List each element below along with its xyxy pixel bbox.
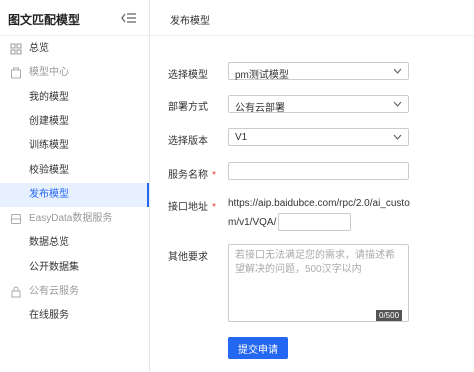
sidebar-group-label: 公有云服务 [29,286,79,297]
model-label: 选择模型 [168,70,208,81]
other-requirements-label: 其他要求 [168,252,208,263]
sidebar-item-label: 创建模型 [29,116,69,127]
sidebar: 图文匹配模型 总览 模型中心 我的模型 创建模型 训练模型 校验模型 发布模型 … [0,0,150,372]
sidebar-header: 图文匹配模型 [0,0,149,36]
sidebar-item-publish-model[interactable]: 发布模型 [0,183,149,207]
sidebar-item-label: 数据总览 [29,237,69,248]
version-select-value: V1 [235,132,248,143]
chevron-down-icon [393,134,402,140]
chevron-down-icon [393,68,402,74]
sidebar-item-label: 在线服务 [29,310,69,321]
sidebar-group-easydata: EasyData数据服务 [0,207,149,231]
model-select-value: pm测试模型 [235,70,289,81]
app-window: 图文匹配模型 总览 模型中心 我的模型 创建模型 训练模型 校验模型 发布模型 … [0,0,474,372]
sidebar-item-label: 我的模型 [29,92,69,103]
sidebar-item-label: 总览 [29,43,49,54]
sidebar-item-public-datasets[interactable]: 公开数据集 [0,256,149,280]
cube-icon [11,67,21,79]
page-header: 发布模型 [150,0,474,36]
sidebar-item-my-models[interactable]: 我的模型 [0,86,149,110]
sidebar-group-label: EasyData数据服务 [29,213,113,224]
endpoint-prefix-line2: m/v1/VQA/ [228,217,277,228]
chevron-down-icon [393,101,402,107]
deploy-select[interactable]: 公有云部署 [228,95,409,114]
deploy-select-value: 公有云部署 [235,103,285,114]
collapse-menu-icon[interactable] [121,11,137,25]
sidebar-group-public-cloud: 公有云服务 [0,280,149,304]
service-name-input[interactable] [228,162,409,180]
service-name-label: 服务名称 * [168,166,216,181]
endpoint-prefix-line1: https://aip.baidubce.com/rpc/2.0/ai_cust… [228,198,410,209]
char-counter: 0/500 [376,310,403,321]
required-mark: * [212,170,216,181]
sidebar-item-label: 训练模型 [29,140,69,151]
service-name-label-text: 服务名称 [168,170,208,181]
sidebar-item-overview[interactable]: 总览 [0,37,149,61]
required-mark: * [212,202,216,213]
submit-button[interactable]: 提交申请 [228,337,288,359]
sidebar-group-label: 模型中心 [29,67,69,78]
endpoint-label: 接口地址 * [168,198,216,213]
sidebar-item-data-overview[interactable]: 数据总览 [0,231,149,255]
grid-icon [10,43,22,55]
deploy-label: 部署方式 [168,102,208,113]
sidebar-item-label: 发布模型 [29,189,69,200]
app-title: 图文匹配模型 [8,13,81,27]
sidebar-item-label: 公开数据集 [29,262,79,273]
page-title: 发布模型 [170,16,210,27]
sidebar-item-train-model[interactable]: 训练模型 [0,134,149,158]
endpoint-suffix-input[interactable] [278,213,351,231]
sidebar-item-create-model[interactable]: 创建模型 [0,110,149,134]
sidebar-item-online-service[interactable]: 在线服务 [0,304,149,328]
sidebar-group-model-center: 模型中心 [0,61,149,85]
endpoint-label-text: 接口地址 [168,202,208,213]
lock-icon [11,286,21,298]
sidebar-item-validate-model[interactable]: 校验模型 [0,159,149,183]
sidebar-item-label: 校验模型 [29,165,69,176]
version-select[interactable]: V1 [228,128,409,146]
version-label: 选择版本 [168,136,208,147]
model-select[interactable]: pm测试模型 [228,62,409,81]
database-icon [11,214,21,224]
